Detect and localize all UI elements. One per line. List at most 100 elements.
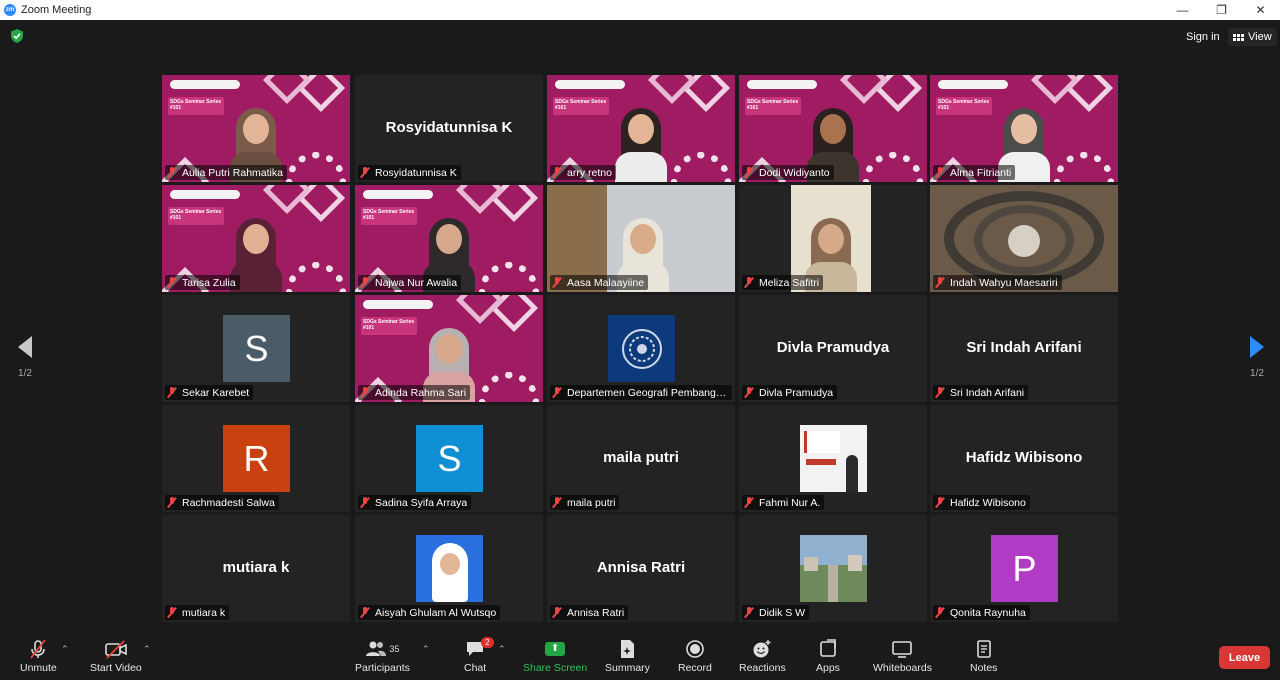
participant-tile[interactable]: Annisa Ratri Annisa Ratri [547,515,735,622]
page-indicator-left: 1/2 [18,368,32,379]
unmute-button[interactable]: Unmute [20,638,57,674]
whiteboards-button[interactable]: Whiteboards [873,638,932,674]
profile-picture [416,535,483,602]
participant-name-label: Najwa Nur Awalia [358,275,462,290]
participant-tile[interactable]: SDGs Seminar Series #101 arry retno [547,75,735,182]
participant-tile[interactable]: S Sadina Syifa Arraya [355,405,543,512]
microphone-muted-icon [935,387,945,398]
shield-check-icon[interactable] [10,29,24,43]
seminar-series-label: SDGs Seminar Series #101 [936,97,992,115]
sign-in-button[interactable]: Sign in [1181,28,1225,46]
participant-name: Sekar Karebet [182,386,250,399]
participant-tile[interactable]: mutiara k mutiara k [162,515,350,622]
participant-tile[interactable]: Departemen Geografi Pembangunan [547,295,735,402]
participant-tile[interactable]: maila putri maila putri [547,405,735,512]
participants-chevron-icon[interactable]: ⌃ [422,644,430,655]
participant-name: Divla Pramudya [759,386,834,399]
participant-tile[interactable]: S Sekar Karebet [162,295,350,402]
apps-button[interactable]: Apps [816,638,840,674]
avatar: R [223,425,290,492]
start-video-button[interactable]: Start Video [90,638,142,674]
microphone-muted-icon [552,277,562,288]
participant-display-name: Rosyidatunnisa K [385,119,513,136]
microphone-muted-icon [744,387,754,398]
participant-tile[interactable]: SDGs Seminar Series #101 Dodi Widiyanto [739,75,927,182]
chat-label: Chat [464,662,487,674]
window-controls: — ❐ ✕ [1163,0,1280,20]
participant-name: Annisa Ratri [567,606,625,619]
participant-tile[interactable]: SDGs Seminar Series #101 Najwa Nur Awalia [355,185,543,292]
chat-button[interactable]: 2 Chat [464,637,494,674]
video-camera-off-icon [104,638,128,660]
participant-tile[interactable]: Sri Indah Arifani Sri Indah Arifani [930,295,1118,402]
restore-button[interactable]: ❐ [1202,0,1241,20]
participant-tile[interactable]: SDGs Seminar Series #101 Tarisa Zulia [162,185,350,292]
participant-tile[interactable]: R Rachmadesti Salwa [162,405,350,512]
participant-tile[interactable]: SDGs Seminar Series #101 Adinda Rahma Sar… [355,295,543,402]
apps-label: Apps [816,662,840,674]
chat-chevron-icon[interactable]: ⌃ [498,644,506,655]
microphone-muted-icon [360,387,370,398]
record-icon [685,638,705,660]
participant-tile[interactable]: Didik S W [739,515,927,622]
seminar-banner [747,80,817,89]
participant-tile[interactable]: Indah Wahyu Maesariri [930,185,1118,292]
apps-icon [818,638,838,660]
participant-tile[interactable]: Hafidz Wibisono Hafidz Wibisono [930,405,1118,512]
participant-name-label: Divla Pramudya [742,385,838,400]
close-button[interactable]: ✕ [1241,0,1280,20]
participant-tile[interactable]: P Qonita Raynuha [930,515,1118,622]
participant-tile[interactable]: Aisyah Ghulam Al Wutsqo [355,515,543,622]
video-options-chevron-icon[interactable]: ⌃ [143,644,151,655]
participant-person [615,102,667,182]
previous-page-button[interactable]: 1/2 [10,336,40,379]
participant-tile[interactable]: Divla Pramudya Divla Pramudya [739,295,927,402]
participant-name-label: Sri Indah Arifani [933,385,1029,400]
participant-name-label: Tarisa Zulia [165,275,240,290]
microphone-muted-icon [552,497,562,508]
participant-name: Rosyidatunnisa K [375,166,457,179]
participant-name-label: Meliza Safitri [742,275,824,290]
record-button[interactable]: Record [678,638,712,674]
participant-name: arry retno [567,166,612,179]
page-indicator-right: 1/2 [1250,368,1264,379]
video-gallery: SDGs Seminar Series #101 Aulia Putri Rahm… [162,75,1118,622]
participant-name-label: Dodi Widiyanto [742,165,834,180]
participant-name-label: Didik S W [742,605,810,620]
share-screen-button[interactable]: ⬆ Share Screen [523,638,587,674]
chat-badge: 2 [481,637,494,648]
participant-tile[interactable]: Meliza Safitri [739,185,927,292]
audio-options-chevron-icon[interactable]: ⌃ [61,644,69,655]
leave-button[interactable]: Leave [1219,646,1270,669]
notes-button[interactable]: Notes [970,638,997,674]
seminar-series-label: SDGs Seminar Series #101 [361,207,417,225]
avatar: S [223,315,290,382]
participant-name: Aasa Malaayiine [567,276,645,289]
participant-name-label: Aisyah Ghulam Al Wutsqo [358,605,501,620]
participant-name-label: Alma Fitrianti [933,165,1016,180]
participant-tile[interactable]: SDGs Seminar Series #101 Alma Fitrianti [930,75,1118,182]
participant-tile[interactable]: Rosyidatunnisa K Rosyidatunnisa K [355,75,543,182]
participant-tile[interactable]: Aasa Malaayiine [547,185,735,292]
participant-name-label: maila putri [550,495,620,510]
participant-tile[interactable]: SDGs Seminar Series #101 Aulia Putri Rahm… [162,75,350,182]
unmute-label: Unmute [20,662,57,674]
participant-name: Hafidz Wibisono [950,496,1026,509]
participants-count: 35 [389,644,400,654]
participant-name: maila putri [567,496,616,509]
participant-name: mutiara k [182,606,226,619]
view-button[interactable]: View [1228,28,1277,46]
participant-name-label: Fahmi Nur A. [742,495,825,510]
summary-button[interactable]: Summary [605,638,650,674]
seminar-series-label: SDGs Seminar Series #101 [745,97,801,115]
participant-tile[interactable]: Fahmi Nur A. [739,405,927,512]
seminar-banner [363,300,433,309]
minimize-button[interactable]: — [1163,0,1202,20]
next-page-button[interactable]: 1/2 [1242,336,1272,379]
zoom-logo-icon: zm [4,4,16,16]
reactions-button[interactable]: Reactions [739,638,786,674]
seminar-banner [938,80,1008,89]
participants-button[interactable]: 35 Participants [355,638,410,674]
microphone-muted-icon [744,277,754,288]
participant-name-label: Aulia Putri Rahmatika [165,165,287,180]
